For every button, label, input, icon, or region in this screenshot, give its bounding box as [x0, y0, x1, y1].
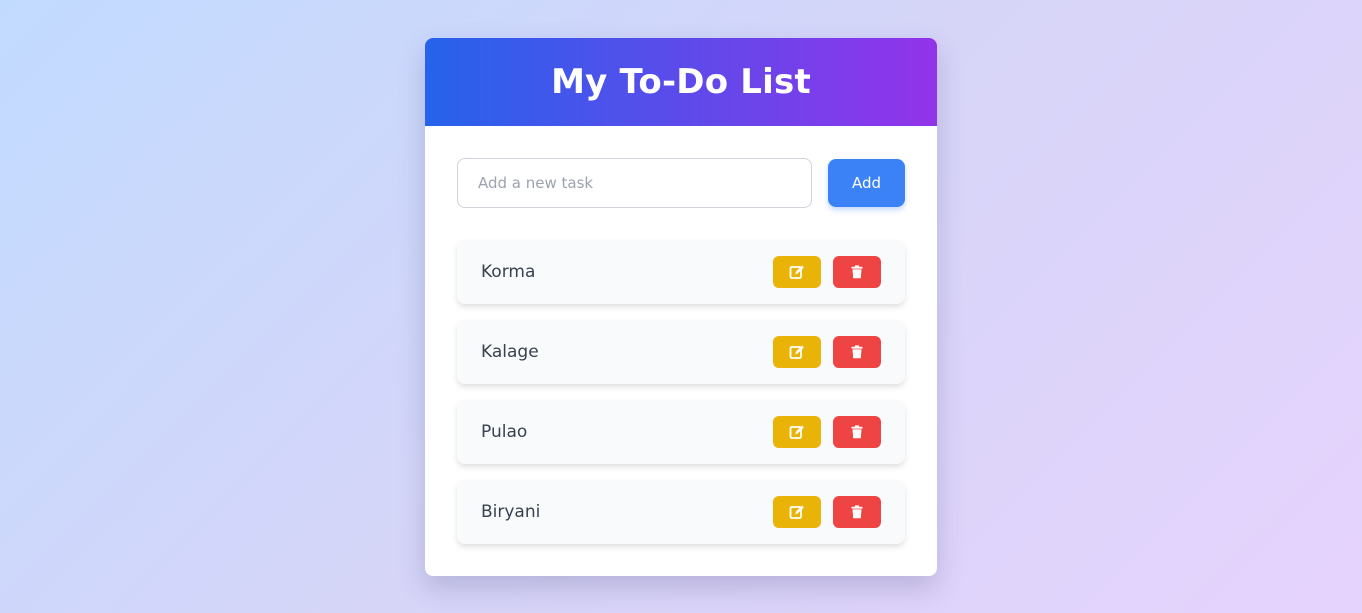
delete-button[interactable] — [833, 336, 881, 368]
edit-button[interactable] — [773, 256, 821, 288]
task-label: Biryani — [481, 502, 541, 522]
edit-icon — [789, 504, 805, 520]
header: My To-Do List — [425, 38, 937, 126]
page-title: My To-Do List — [551, 62, 811, 102]
new-task-input[interactable] — [457, 158, 812, 208]
task-list: Korma Kalage Pulao Biryani — [457, 240, 905, 560]
edit-icon — [789, 264, 805, 280]
delete-button[interactable] — [833, 496, 881, 528]
trash-icon — [851, 425, 863, 439]
task-item: Biryani — [457, 480, 905, 544]
task-label: Kalage — [481, 342, 539, 362]
edit-button[interactable] — [773, 496, 821, 528]
delete-button[interactable] — [833, 256, 881, 288]
edit-button[interactable] — [773, 336, 821, 368]
delete-button[interactable] — [833, 416, 881, 448]
task-item: Kalage — [457, 320, 905, 384]
edit-icon — [789, 424, 805, 440]
trash-icon — [851, 265, 863, 279]
edit-icon — [789, 344, 805, 360]
task-item: Pulao — [457, 400, 905, 464]
add-button[interactable]: Add — [828, 159, 905, 207]
trash-icon — [851, 505, 863, 519]
todo-card: My To-Do List Add Korma Kalage — [425, 38, 937, 576]
add-task-form: Add — [457, 158, 905, 208]
trash-icon — [851, 345, 863, 359]
task-label: Korma — [481, 262, 536, 282]
task-label: Pulao — [481, 422, 528, 442]
task-item: Korma — [457, 240, 905, 304]
edit-button[interactable] — [773, 416, 821, 448]
